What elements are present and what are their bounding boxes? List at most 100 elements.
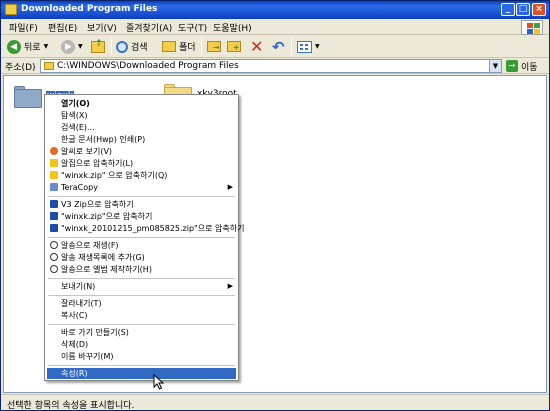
menu-item-rename[interactable]: 이름 바꾸기(M): [47, 351, 236, 362]
forward-arrow-icon: ▶: [61, 39, 75, 54]
chevron-down-icon: ▼: [315, 43, 320, 50]
teracopy-icon: [50, 183, 58, 191]
menu-item-search[interactable]: 검색(E)...: [47, 122, 236, 133]
menu-item-copy[interactable]: 복사(C): [47, 310, 236, 321]
status-text: 선택한 항목의 속성을 표시합니다.: [7, 401, 135, 411]
move-to-button[interactable]: →: [207, 38, 221, 55]
copy-to-button[interactable]: +: [227, 38, 241, 55]
menu-item-teracopy[interactable]: TeraCopy ▶: [47, 182, 236, 193]
views-button[interactable]: ▼: [297, 38, 320, 55]
v3zip-icon: [50, 212, 58, 220]
menu-help[interactable]: 도움말(H): [213, 21, 252, 34]
menu-item-properties[interactable]: 속성(R): [47, 368, 236, 379]
delete-button[interactable]: ✕: [250, 38, 263, 55]
menu-item-label: 한글 문서(Hwp) 인쇄(P): [61, 135, 146, 144]
status-bar: 선택한 항목의 속성을 표시합니다.: [1, 394, 549, 411]
v3zip-icon: [50, 224, 58, 232]
menu-item-v3zip-dated[interactable]: "winxk_20101215_pm085825.zip"으로 압축하기: [47, 223, 244, 234]
menu-separator: [48, 324, 235, 325]
menu-separator: [48, 365, 235, 366]
alsong-icon: [50, 241, 58, 249]
search-button[interactable]: 검색: [116, 38, 148, 55]
alzip-icon: [50, 171, 58, 179]
menu-view[interactable]: 보기(V): [87, 21, 117, 34]
menu-item-alsong-playlist[interactable]: 알송 재생목록에 추가(G): [47, 252, 236, 263]
folder-icon: [44, 62, 54, 70]
alsee-icon: [50, 147, 58, 155]
folder-icon[interactable]: [14, 86, 42, 108]
move-to-icon: →: [207, 41, 221, 52]
up-folder-button[interactable]: ↑: [91, 38, 105, 55]
folders-icon: [162, 41, 176, 52]
go-arrow-icon: →: [506, 60, 518, 72]
menu-item-label: 보내기(N): [61, 282, 96, 291]
menu-item-label: 알송 재생목록에 추가(G): [61, 253, 145, 262]
submenu-arrow-icon: ▶: [227, 183, 233, 191]
menu-item-v3zip[interactable]: V3 Zip으로 압축하기: [47, 199, 236, 210]
menu-item-label: V3 Zip으로 압축하기: [61, 200, 134, 209]
menu-item-open[interactable]: 열기(O): [47, 98, 236, 109]
views-icon: [297, 40, 312, 53]
menu-item-alzip-zip[interactable]: "winxk.zip" 으로 압축하기(Q): [47, 170, 236, 181]
toolbar: ◀ 뒤로 ▼ ▶ ▼ ↑ 검색 폴더 → + ✕ ↶ ▼: [1, 35, 549, 58]
close-button[interactable]: ×: [532, 3, 546, 16]
menu-item-delete[interactable]: 삭제(D): [47, 339, 236, 350]
context-menu: 열기(O) 탐색(X) 검색(E)... 한글 문서(Hwp) 인쇄(P) 알씨…: [44, 94, 244, 381]
menu-item-label: 이름 바꾸기(M): [61, 352, 114, 361]
back-label: 뒤로: [24, 43, 41, 53]
menu-separator: [48, 278, 235, 279]
menu-item-alsong-play[interactable]: 알송으로 재생(F): [47, 240, 236, 251]
folders-button[interactable]: 폴더: [162, 38, 196, 55]
menu-item-label: 바로 가기 만들기(S): [61, 328, 129, 337]
submenu-arrow-icon: ▶: [227, 282, 233, 290]
address-path: C:\WINDOWS\Downloaded Program Files: [57, 61, 239, 71]
menu-item-alzip-compress[interactable]: 알집으로 압축하기(L): [47, 158, 236, 169]
menu-favorites[interactable]: 즐겨찾기(A): [126, 21, 172, 34]
mouse-cursor-icon: [153, 374, 165, 390]
menu-item-alsong-album[interactable]: 알송으로 앨범 제작하기(H): [47, 264, 236, 275]
menu-file[interactable]: 파일(F): [9, 21, 38, 34]
maximize-button[interactable]: □: [516, 3, 530, 16]
undo-button[interactable]: ↶: [272, 38, 285, 55]
alsong-icon: [50, 265, 58, 273]
menu-separator: [48, 237, 235, 238]
chevron-down-icon: ▼: [43, 43, 49, 50]
forward-button[interactable]: ▶ ▼: [61, 38, 83, 55]
menu-item-cut[interactable]: 잘라내기(T): [47, 298, 236, 309]
menu-item-label: 검색(E)...: [61, 123, 95, 132]
menu-item-alsee-view[interactable]: 알씨로 보기(V): [47, 146, 236, 157]
menu-item-label: 알송으로 재생(F): [61, 241, 119, 250]
menu-tools[interactable]: 도구(T): [178, 21, 207, 34]
menu-item-label: "winxk.zip"으로 압축하기: [61, 212, 153, 221]
menu-item-label: 알송으로 앨범 제작하기(H): [61, 265, 152, 274]
back-button[interactable]: ◀ 뒤로 ▼: [7, 38, 48, 55]
address-dropdown-button[interactable]: ▼: [489, 60, 501, 72]
menu-item-label: 열기(O): [61, 99, 90, 108]
menu-item-send-to[interactable]: 보내기(N) ▶: [47, 281, 236, 292]
folders-label: 폴더: [179, 43, 196, 53]
go-label: 이동: [521, 62, 538, 73]
menu-item-label: 속성(R): [61, 369, 88, 378]
minimize-button[interactable]: _: [501, 3, 515, 16]
menu-item-label: 삭제(D): [61, 340, 89, 349]
menu-item-create-shortcut[interactable]: 바로 가기 만들기(S): [47, 327, 236, 338]
menu-item-label: "winxk_20101215_pm085825.zip"으로 압축하기: [61, 224, 245, 233]
back-arrow-icon: ◀: [7, 39, 21, 54]
menu-separator: [48, 196, 235, 197]
address-input[interactable]: C:\WINDOWS\Downloaded Program Files ▼: [40, 59, 502, 73]
address-bar: 주소(D) C:\WINDOWS\Downloaded Program File…: [1, 58, 549, 74]
up-folder-icon: ↑: [91, 39, 105, 53]
menu-edit[interactable]: 편집(E): [48, 21, 77, 34]
menu-item-explore[interactable]: 탐색(X): [47, 110, 236, 121]
copy-to-icon: +: [227, 41, 241, 52]
address-label: 주소(D): [5, 63, 36, 73]
v3zip-icon: [50, 200, 58, 208]
title-bar[interactable]: Downloaded Program Files _ □ ×: [1, 1, 549, 19]
alzip-icon: [50, 159, 58, 167]
menu-item-hwp-print[interactable]: 한글 문서(Hwp) 인쇄(P): [47, 134, 236, 145]
menu-item-label: 잘라내기(T): [61, 299, 102, 308]
menu-item-v3zip-named[interactable]: "winxk.zip"으로 압축하기: [47, 211, 236, 222]
delete-x-icon: ✕: [250, 36, 264, 56]
menu-item-label: 알씨로 보기(V): [61, 147, 113, 156]
go-button[interactable]: → 이동: [506, 59, 538, 73]
